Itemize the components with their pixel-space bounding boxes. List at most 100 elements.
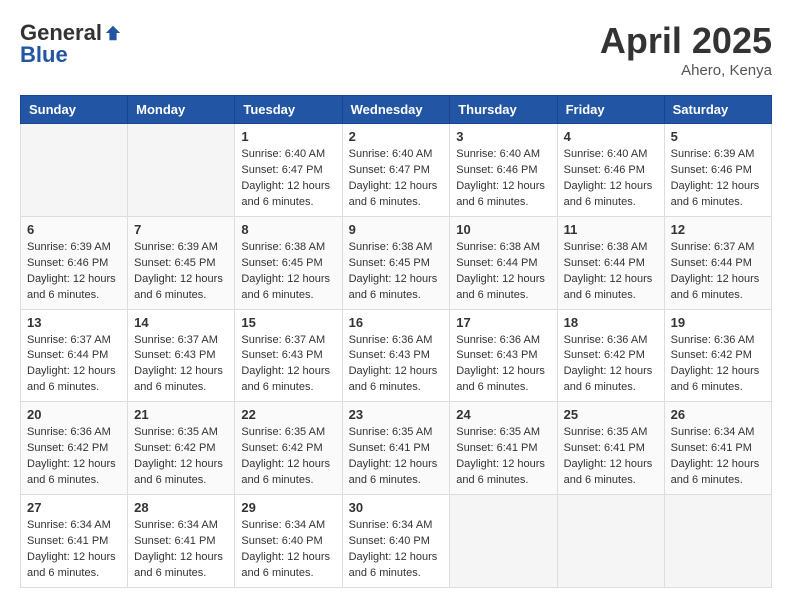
column-header-tuesday: Tuesday — [235, 96, 342, 124]
day-number: 17 — [456, 315, 550, 330]
calendar-cell: 3 Sunrise: 6:40 AM Sunset: 6:46 PM Daylig… — [450, 124, 557, 217]
calendar-cell: 20Sunrise: 6:36 AM Sunset: 6:42 PM Dayli… — [21, 402, 128, 495]
location: Ahero, Kenya — [600, 62, 772, 79]
calendar-cell — [664, 495, 771, 588]
calendar-week-row: 1 Sunrise: 6:40 AM Sunset: 6:47 PM Daylig… — [21, 124, 772, 217]
calendar-week-row: 6 Sunrise: 6:39 AM Sunset: 6:46 PM Daylig… — [21, 216, 772, 309]
calendar-cell — [21, 124, 128, 217]
column-header-wednesday: Wednesday — [342, 96, 450, 124]
calendar-header-row: SundayMondayTuesdayWednesdayThursdayFrid… — [21, 96, 772, 124]
day-number: 23 — [349, 407, 444, 422]
column-header-friday: Friday — [557, 96, 664, 124]
calendar-cell: 2 Sunrise: 6:40 AM Sunset: 6:47 PM Daylig… — [342, 124, 450, 217]
day-info: Sunrise: 6:37 AM Sunset: 6:44 PM Dayligh… — [671, 240, 765, 304]
calendar-cell: 25Sunrise: 6:35 AM Sunset: 6:41 PM Dayli… — [557, 402, 664, 495]
calendar-cell: 11 Sunrise: 6:38 AM Sunset: 6:44 PM Dayli… — [557, 216, 664, 309]
calendar-week-row: 13 Sunrise: 6:37 AM Sunset: 6:44 PM Dayli… — [21, 309, 772, 402]
day-number: 6 — [27, 222, 121, 237]
day-info: Sunrise: 6:40 AM Sunset: 6:47 PM Dayligh… — [349, 147, 444, 211]
calendar-cell: 16Sunrise: 6:36 AM Sunset: 6:43 PM Dayli… — [342, 309, 450, 402]
day-number: 28 — [134, 500, 228, 515]
calendar-cell: 14 Sunrise: 6:37 AM Sunset: 6:43 PM Dayli… — [128, 309, 235, 402]
day-info: Sunrise: 6:35 AM Sunset: 6:42 PM Dayligh… — [241, 425, 335, 489]
day-info: Sunrise: 6:37 AM Sunset: 6:43 PM Dayligh… — [134, 333, 228, 397]
calendar-cell: 27 Sunrise: 6:34 AM Sunset: 6:41 PM Dayli… — [21, 495, 128, 588]
calendar-cell: 28 Sunrise: 6:34 AM Sunset: 6:41 PM Dayli… — [128, 495, 235, 588]
calendar-cell: 19Sunrise: 6:36 AM Sunset: 6:42 PM Dayli… — [664, 309, 771, 402]
day-info: Sunrise: 6:34 AM Sunset: 6:41 PM Dayligh… — [27, 518, 121, 582]
calendar-cell: 1 Sunrise: 6:40 AM Sunset: 6:47 PM Daylig… — [235, 124, 342, 217]
day-number: 7 — [134, 222, 228, 237]
calendar-week-row: 20Sunrise: 6:36 AM Sunset: 6:42 PM Dayli… — [21, 402, 772, 495]
day-info: Sunrise: 6:35 AM Sunset: 6:41 PM Dayligh… — [349, 425, 444, 489]
day-info: Sunrise: 6:38 AM Sunset: 6:45 PM Dayligh… — [349, 240, 444, 304]
calendar-cell: 4Sunrise: 6:40 AM Sunset: 6:46 PM Daylig… — [557, 124, 664, 217]
calendar-cell: 24 Sunrise: 6:35 AM Sunset: 6:41 PM Dayli… — [450, 402, 557, 495]
day-number: 13 — [27, 315, 121, 330]
day-info: Sunrise: 6:35 AM Sunset: 6:41 PM Dayligh… — [456, 425, 550, 489]
column-header-thursday: Thursday — [450, 96, 557, 124]
calendar-cell: 10Sunrise: 6:38 AM Sunset: 6:44 PM Dayli… — [450, 216, 557, 309]
day-number: 8 — [241, 222, 335, 237]
logo-icon — [104, 24, 122, 42]
column-header-sunday: Sunday — [21, 96, 128, 124]
day-info: Sunrise: 6:34 AM Sunset: 6:41 PM Dayligh… — [134, 518, 228, 582]
day-info: Sunrise: 6:40 AM Sunset: 6:47 PM Dayligh… — [241, 147, 335, 211]
day-number: 10 — [456, 222, 550, 237]
calendar-cell: 17 Sunrise: 6:36 AM Sunset: 6:43 PM Dayli… — [450, 309, 557, 402]
calendar-cell: 12Sunrise: 6:37 AM Sunset: 6:44 PM Dayli… — [664, 216, 771, 309]
day-number: 24 — [456, 407, 550, 422]
day-info: Sunrise: 6:34 AM Sunset: 6:40 PM Dayligh… — [241, 518, 335, 582]
calendar-cell: 5 Sunrise: 6:39 AM Sunset: 6:46 PM Daylig… — [664, 124, 771, 217]
column-header-saturday: Saturday — [664, 96, 771, 124]
calendar-cell: 22 Sunrise: 6:35 AM Sunset: 6:42 PM Dayli… — [235, 402, 342, 495]
day-number: 21 — [134, 407, 228, 422]
calendar-cell — [557, 495, 664, 588]
calendar-cell — [450, 495, 557, 588]
calendar-cell: 21 Sunrise: 6:35 AM Sunset: 6:42 PM Dayli… — [128, 402, 235, 495]
calendar-cell: 6 Sunrise: 6:39 AM Sunset: 6:46 PM Daylig… — [21, 216, 128, 309]
day-number: 3 — [456, 129, 550, 144]
page-header: General Blue April 2025 Ahero, Kenya — [20, 20, 772, 79]
day-info: Sunrise: 6:39 AM Sunset: 6:46 PM Dayligh… — [27, 240, 121, 304]
calendar-cell: 30 Sunrise: 6:34 AM Sunset: 6:40 PM Dayli… — [342, 495, 450, 588]
day-number: 4 — [564, 129, 658, 144]
calendar-week-row: 27 Sunrise: 6:34 AM Sunset: 6:41 PM Dayli… — [21, 495, 772, 588]
column-header-monday: Monday — [128, 96, 235, 124]
calendar-cell: 13 Sunrise: 6:37 AM Sunset: 6:44 PM Dayli… — [21, 309, 128, 402]
day-number: 25 — [564, 407, 658, 422]
day-number: 22 — [241, 407, 335, 422]
day-number: 27 — [27, 500, 121, 515]
day-info: Sunrise: 6:36 AM Sunset: 6:42 PM Dayligh… — [564, 333, 658, 397]
day-number: 15 — [241, 315, 335, 330]
day-number: 30 — [349, 500, 444, 515]
day-info: Sunrise: 6:35 AM Sunset: 6:42 PM Dayligh… — [134, 425, 228, 489]
day-number: 19 — [671, 315, 765, 330]
calendar-cell: 7 Sunrise: 6:39 AM Sunset: 6:45 PM Daylig… — [128, 216, 235, 309]
day-info: Sunrise: 6:40 AM Sunset: 6:46 PM Dayligh… — [456, 147, 550, 211]
month-title: April 2025 — [600, 20, 772, 62]
day-number: 1 — [241, 129, 335, 144]
day-info: Sunrise: 6:37 AM Sunset: 6:44 PM Dayligh… — [27, 333, 121, 397]
day-number: 26 — [671, 407, 765, 422]
day-number: 5 — [671, 129, 765, 144]
day-info: Sunrise: 6:34 AM Sunset: 6:41 PM Dayligh… — [671, 425, 765, 489]
day-info: Sunrise: 6:38 AM Sunset: 6:44 PM Dayligh… — [564, 240, 658, 304]
day-info: Sunrise: 6:39 AM Sunset: 6:45 PM Dayligh… — [134, 240, 228, 304]
day-number: 9 — [349, 222, 444, 237]
calendar-cell: 18 Sunrise: 6:36 AM Sunset: 6:42 PM Dayli… — [557, 309, 664, 402]
calendar-cell: 9 Sunrise: 6:38 AM Sunset: 6:45 PM Daylig… — [342, 216, 450, 309]
calendar-cell: 29Sunrise: 6:34 AM Sunset: 6:40 PM Dayli… — [235, 495, 342, 588]
day-number: 11 — [564, 222, 658, 237]
calendar-cell: 8Sunrise: 6:38 AM Sunset: 6:45 PM Daylig… — [235, 216, 342, 309]
day-info: Sunrise: 6:34 AM Sunset: 6:40 PM Dayligh… — [349, 518, 444, 582]
day-number: 2 — [349, 129, 444, 144]
calendar-table: SundayMondayTuesdayWednesdayThursdayFrid… — [20, 95, 772, 588]
day-info: Sunrise: 6:36 AM Sunset: 6:43 PM Dayligh… — [456, 333, 550, 397]
day-number: 14 — [134, 315, 228, 330]
logo-blue-text: Blue — [20, 42, 68, 68]
day-number: 18 — [564, 315, 658, 330]
calendar-cell: 23 Sunrise: 6:35 AM Sunset: 6:41 PM Dayli… — [342, 402, 450, 495]
title-area: April 2025 Ahero, Kenya — [600, 20, 772, 79]
day-info: Sunrise: 6:39 AM Sunset: 6:46 PM Dayligh… — [671, 147, 765, 211]
